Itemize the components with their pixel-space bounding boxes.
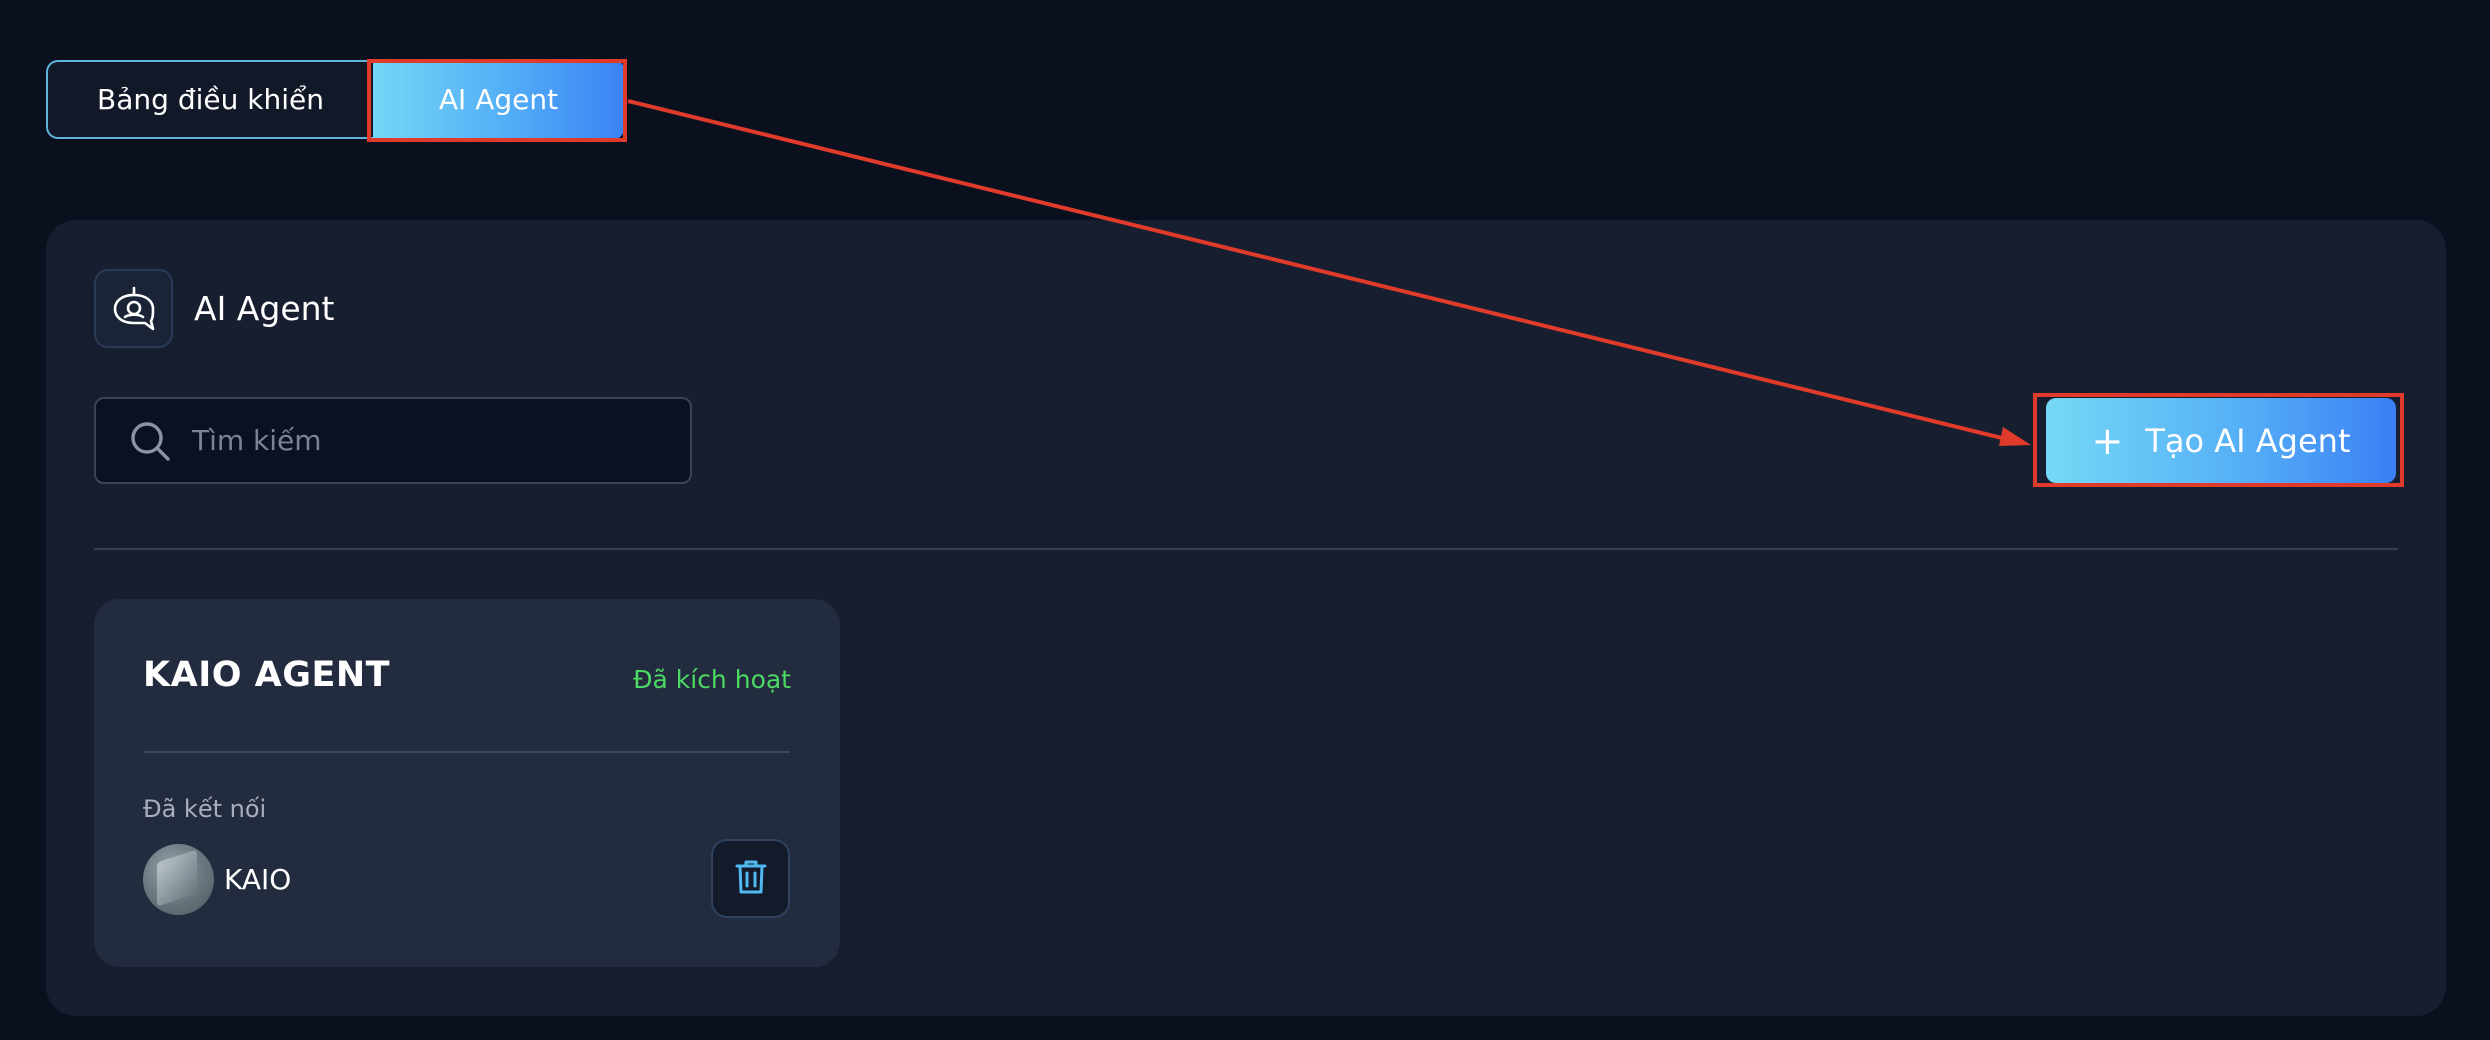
delete-agent-button[interactable] xyxy=(711,839,790,918)
tab-bar: Bảng điều khiển AI Agent xyxy=(46,60,624,139)
agent-card[interactable]: KAIO AGENT Đã kích hoạt Đã kết nối KAIO xyxy=(94,599,840,967)
agent-name: KAIO AGENT xyxy=(143,655,391,695)
plus-icon: + xyxy=(2091,418,2124,463)
panel-title: AI Agent xyxy=(194,289,335,328)
status-badge: Đã kích hoạt xyxy=(633,665,791,694)
tab-dashboard-label: Bảng điều khiển xyxy=(97,83,324,116)
section-divider xyxy=(94,548,2398,550)
connected-name: KAIO xyxy=(224,863,292,896)
connected-account: KAIO xyxy=(143,844,291,915)
tab-ai-agent[interactable]: AI Agent xyxy=(373,60,624,139)
app-root: Bảng điều khiển AI Agent AI Agent Tìm ki… xyxy=(0,0,2490,1040)
robot-chat-icon xyxy=(94,269,173,348)
search-box[interactable] xyxy=(94,397,692,484)
trash-icon xyxy=(734,858,768,900)
create-ai-agent-button[interactable]: + Tạo AI Agent xyxy=(2046,398,2396,483)
card-divider xyxy=(143,751,790,753)
search-input[interactable] xyxy=(190,423,634,458)
create-ai-agent-label: Tạo AI Agent xyxy=(2145,421,2351,460)
connected-label: Đã kết nối xyxy=(143,795,267,823)
avatar xyxy=(143,844,214,915)
panel-header: AI Agent xyxy=(94,269,334,348)
tab-dashboard[interactable]: Bảng điều khiển xyxy=(46,60,373,139)
search-icon xyxy=(128,419,172,463)
ai-agent-panel: AI Agent + Tạo AI Agent KAIO AGENT Đã kí… xyxy=(46,220,2446,1016)
tab-ai-agent-label: AI Agent xyxy=(438,83,559,116)
